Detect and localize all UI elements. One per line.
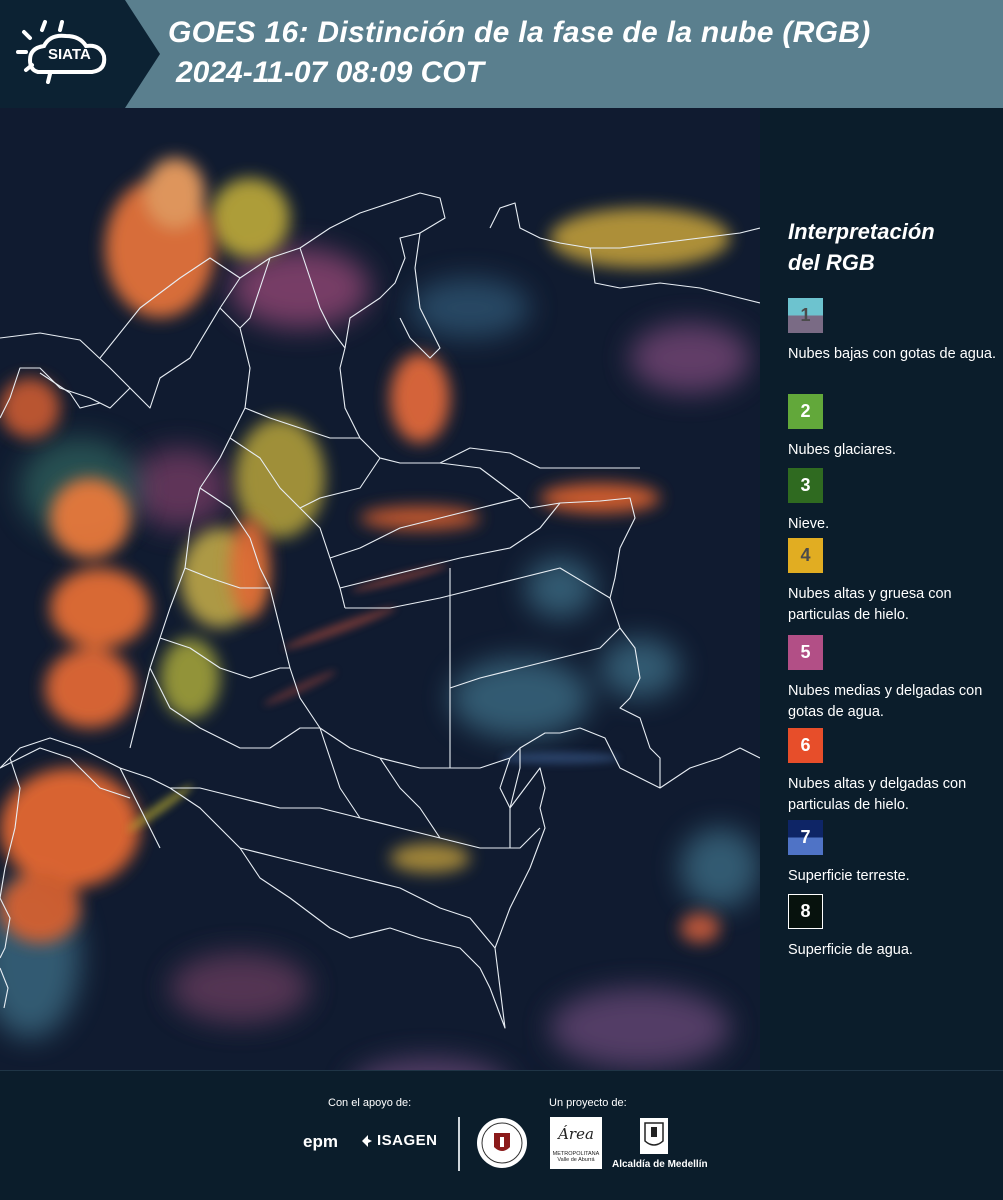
legend-swatch: 3 <box>788 468 823 503</box>
legend-number: 3 <box>800 475 811 495</box>
legend-number: 7 <box>800 827 811 847</box>
legend-number: 2 <box>800 401 811 421</box>
legend-number: 8 <box>800 901 811 921</box>
support-label: Con el apoyo de: <box>328 1097 412 1109</box>
footer-divider <box>458 1117 460 1171</box>
legend-title-line2: del RGB <box>788 250 875 275</box>
medellin-shield-icon[interactable] <box>639 1117 669 1155</box>
legend-number: 4 <box>800 545 811 565</box>
project-label: Un proyecto de: <box>549 1097 627 1109</box>
legend-swatch: 4 <box>788 538 823 573</box>
page-title: GOES 16: Distinción de la fase de la nub… <box>168 16 871 49</box>
university-seal-icon[interactable] <box>476 1117 528 1169</box>
legend-swatch: 5 <box>788 635 823 670</box>
area-metropolitana-title: Área <box>558 1125 594 1143</box>
footer: Con el apoyo de: Un proyecto de: epm ISA… <box>0 1070 1003 1200</box>
page-timestamp: 2024-11-07 08:09 COT <box>176 56 484 89</box>
legend-swatch: 6 <box>788 728 823 763</box>
legend-description: Nubes medias y delgadas con gotas de agu… <box>788 683 983 720</box>
legend-description: Superficie de agua. <box>788 942 913 958</box>
legend-swatch: 1 <box>788 298 823 333</box>
legend-description: Nubes bajas con gotas de agua. <box>788 346 996 362</box>
legend-title-line1: Interpretación <box>788 219 935 244</box>
legend-description: Nubes altas y delgadas con particulas de… <box>788 776 967 813</box>
legend-description: Superficie terreste. <box>788 868 910 884</box>
legend-description: Nieve. <box>788 516 830 532</box>
legend-number: 5 <box>800 642 811 662</box>
legend-swatch: 7 <box>788 820 823 855</box>
legend-description: Nubes glaciares. <box>788 442 896 458</box>
legend-number: 1 <box>800 305 811 325</box>
epm-logo[interactable]: epm <box>303 1132 338 1152</box>
siata-logo[interactable]: SIATA <box>0 0 160 108</box>
map-canvas <box>0 108 760 1070</box>
area-metropolitana-subtitle: METROPOLITANA Valle de Aburrá <box>552 1151 600 1163</box>
logo-text: SIATA <box>48 46 91 63</box>
isagen-icon <box>362 1135 372 1147</box>
medellin-label: Alcaldía de Medellín <box>612 1159 708 1170</box>
legend-description: Nubes altas y gruesa con particulas de h… <box>788 586 952 623</box>
area-metropolitana-logo[interactable]: Área METROPOLITANA Valle de Aburrá <box>550 1117 602 1169</box>
legend-swatch: 8 <box>788 894 823 929</box>
satellite-rgb-map[interactable] <box>0 108 760 1070</box>
legend-title: Interpretación del RGB <box>788 216 998 278</box>
isagen-logo[interactable]: ISAGEN <box>377 1132 438 1149</box>
header-banner: SIATA GOES 16: Distinción de la fase de … <box>0 0 1003 108</box>
legend-number: 6 <box>800 735 811 755</box>
legend-panel: Interpretación del RGB 1 Nubes bajas con… <box>760 108 1003 1070</box>
legend-swatch: 2 <box>788 394 823 429</box>
